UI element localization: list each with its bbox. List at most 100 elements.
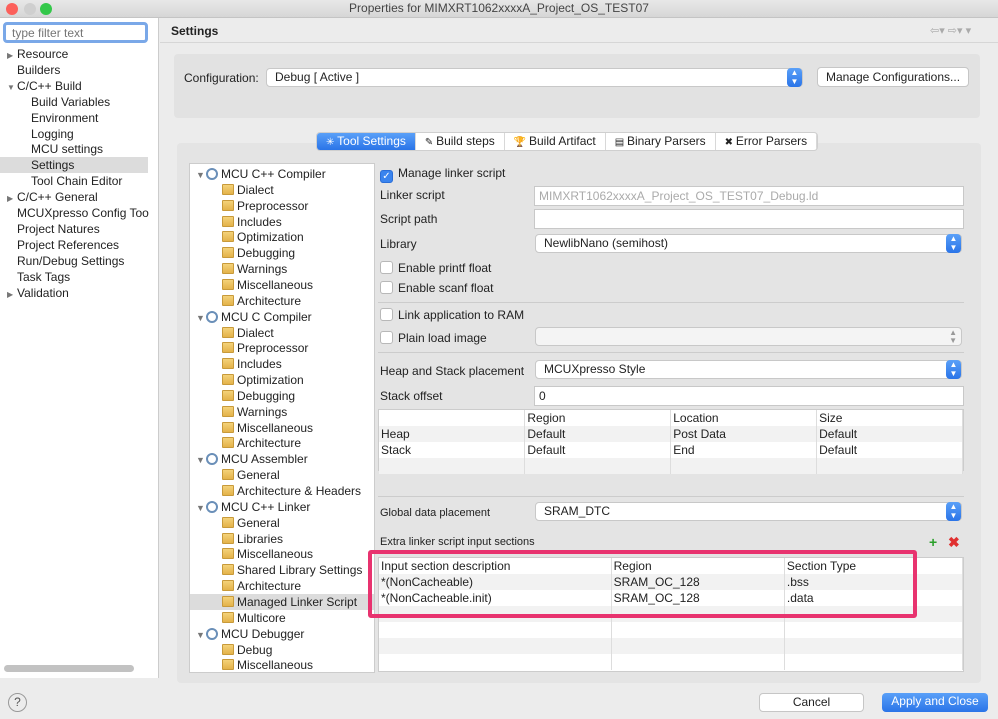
table-cell[interactable]: Post Data [670, 426, 818, 442]
nav-item[interactable]: Environment [0, 110, 148, 126]
tree-item[interactable]: Architecture & Headers [222, 483, 361, 499]
tree-item[interactable]: ▼ MCU Debugger [196, 626, 304, 642]
table-cell[interactable] [611, 622, 785, 638]
column-header[interactable] [379, 410, 526, 426]
tree-item[interactable]: ▼ MCU C++ Compiler [196, 166, 326, 182]
table-cell[interactable]: Default [816, 442, 963, 458]
expand-arrow-icon[interactable]: ▼ [196, 627, 206, 643]
table-cell[interactable] [379, 638, 612, 654]
table-cell[interactable]: Default [816, 426, 963, 442]
table-cell[interactable] [816, 458, 963, 474]
table-row[interactable] [379, 638, 964, 654]
back-forward-arrows-icon[interactable]: ⇦▾ ⇨▾ ▾ [930, 24, 971, 37]
tree-item[interactable]: Shared Library Settings [222, 562, 362, 578]
tree-item[interactable]: Multicore [222, 610, 286, 626]
minimize-window-button[interactable] [24, 3, 36, 15]
tab-build-steps[interactable]: ✎ Build steps [416, 133, 505, 150]
tree-item[interactable]: ▼ MCU C Compiler [196, 309, 312, 325]
expand-arrow-icon[interactable]: ▼ [196, 500, 206, 516]
tree-item[interactable]: ▼ MCU Assembler [196, 451, 308, 467]
manage-linker-checkbox[interactable]: ✓ Manage linker script [380, 165, 505, 183]
table-cell[interactable]: Stack [379, 442, 526, 458]
printf-float-checkbox[interactable]: Enable printf float [380, 260, 491, 276]
table-cell[interactable] [379, 458, 526, 474]
table-row[interactable]: Stack Default End Default [379, 442, 963, 458]
nav-item[interactable]: Run/Debug Settings [0, 253, 148, 269]
tree-item[interactable]: Debugging [222, 245, 295, 261]
linker-script-field[interactable]: MIMXRT1062xxxxA_Project_OS_TEST07_Debug.… [534, 186, 964, 206]
filter-input[interactable] [3, 22, 148, 43]
nav-item[interactable]: Settings [0, 157, 148, 174]
scanf-float-checkbox[interactable]: Enable scanf float [380, 280, 493, 296]
nav-item[interactable]: ▶ Resource [0, 46, 148, 62]
tree-item[interactable]: Debug [222, 642, 272, 658]
tab-error-parsers[interactable]: ✖ Error Parsers [716, 133, 818, 150]
plain-load-checkbox[interactable]: Plain load image [380, 330, 487, 346]
plain-load-select[interactable]: ▲ ▼ [535, 327, 962, 346]
table-row[interactable] [379, 622, 964, 638]
table-cell[interactable]: Heap [379, 426, 526, 442]
configuration-select[interactable]: Debug [ Active ] ▲ ▼ [266, 68, 803, 87]
nav-item[interactable]: MCU settings [0, 141, 148, 157]
nav-scrollbar[interactable] [4, 665, 134, 672]
link-ram-checkbox[interactable]: Link application to RAM [380, 307, 524, 323]
tree-item[interactable]: Miscellaneous [222, 277, 313, 293]
tree-item[interactable]: General [222, 515, 280, 531]
table-row[interactable]: Heap Default Post Data Default [379, 426, 963, 442]
tree-item[interactable]: Optimization [222, 372, 304, 388]
apply-and-close-button[interactable]: Apply and Close [882, 693, 988, 712]
column-header[interactable]: Region [524, 410, 672, 426]
nav-item[interactable]: ▶ C/C++ General [0, 189, 148, 205]
tree-item[interactable]: Preprocessor [222, 198, 308, 214]
tab-tool-settings[interactable]: ✳ Tool Settings [317, 133, 416, 150]
expand-arrow-icon[interactable]: ▶ [7, 287, 17, 303]
table-cell[interactable]: Default [524, 442, 672, 458]
nav-item[interactable]: Builders [0, 62, 148, 78]
tree-item[interactable]: Warnings [222, 404, 287, 420]
table-row[interactable] [379, 458, 963, 474]
table-cell[interactable] [611, 638, 785, 654]
tree-item[interactable]: Preprocessor [222, 340, 308, 356]
tree-item[interactable]: Optimization [222, 229, 304, 245]
column-header[interactable]: Location [670, 410, 818, 426]
tree-item[interactable]: Architecture [222, 435, 301, 451]
table-cell[interactable]: End [670, 442, 818, 458]
tree-item[interactable]: General [222, 467, 280, 483]
stack-offset-field[interactable]: 0 [534, 386, 964, 406]
tree-item[interactable]: Miscellaneous [222, 657, 313, 672]
nav-item[interactable]: MCUXpresso Config Too [0, 205, 149, 221]
expand-arrow-icon[interactable]: ▼ [196, 310, 206, 326]
library-select[interactable]: NewlibNano (semihost) ▲ ▼ [535, 234, 962, 253]
tab-binary-parsers[interactable]: ▤ Binary Parsers [606, 133, 716, 150]
nav-item[interactable]: Logging [0, 126, 148, 142]
column-header[interactable]: Size [816, 410, 963, 426]
close-window-button[interactable] [6, 3, 18, 15]
tree-item[interactable]: Managed Linker Script [190, 593, 374, 610]
expand-arrow-icon[interactable]: ▼ [196, 167, 206, 183]
table-cell[interactable] [784, 622, 964, 638]
nav-item[interactable]: ▼ C/C++ Build [0, 78, 148, 94]
table-row[interactable] [379, 654, 964, 670]
manage-configurations-button[interactable]: Manage Configurations... [817, 67, 969, 87]
tree-item[interactable]: Libraries [222, 531, 283, 547]
table-cell[interactable] [379, 622, 612, 638]
tree-item[interactable]: ▼ MCU C++ Linker [196, 499, 310, 515]
tree-item[interactable]: Includes [222, 214, 282, 230]
help-icon[interactable]: ? [8, 693, 27, 712]
expand-arrow-icon[interactable]: ▼ [196, 452, 206, 468]
tree-item[interactable]: Miscellaneous [222, 546, 313, 562]
tree-item[interactable]: Dialect [222, 182, 274, 198]
remove-icon[interactable]: ✖ [948, 535, 960, 549]
nav-item[interactable]: Tool Chain Editor [0, 173, 148, 189]
tree-item[interactable]: Includes [222, 356, 282, 372]
table-cell[interactable] [784, 654, 964, 670]
table-cell[interactable] [524, 458, 672, 474]
tree-item[interactable]: Miscellaneous [222, 420, 313, 436]
tree-item[interactable]: Dialect [222, 325, 274, 341]
table-cell[interactable] [379, 654, 612, 670]
global-data-select[interactable]: SRAM_DTC ▲ ▼ [535, 502, 962, 521]
table-cell[interactable]: Default [524, 426, 672, 442]
tree-item[interactable]: Warnings [222, 261, 287, 277]
tab-build-artifact[interactable]: 🏆 Build Artifact [505, 133, 606, 150]
table-cell[interactable] [611, 654, 785, 670]
